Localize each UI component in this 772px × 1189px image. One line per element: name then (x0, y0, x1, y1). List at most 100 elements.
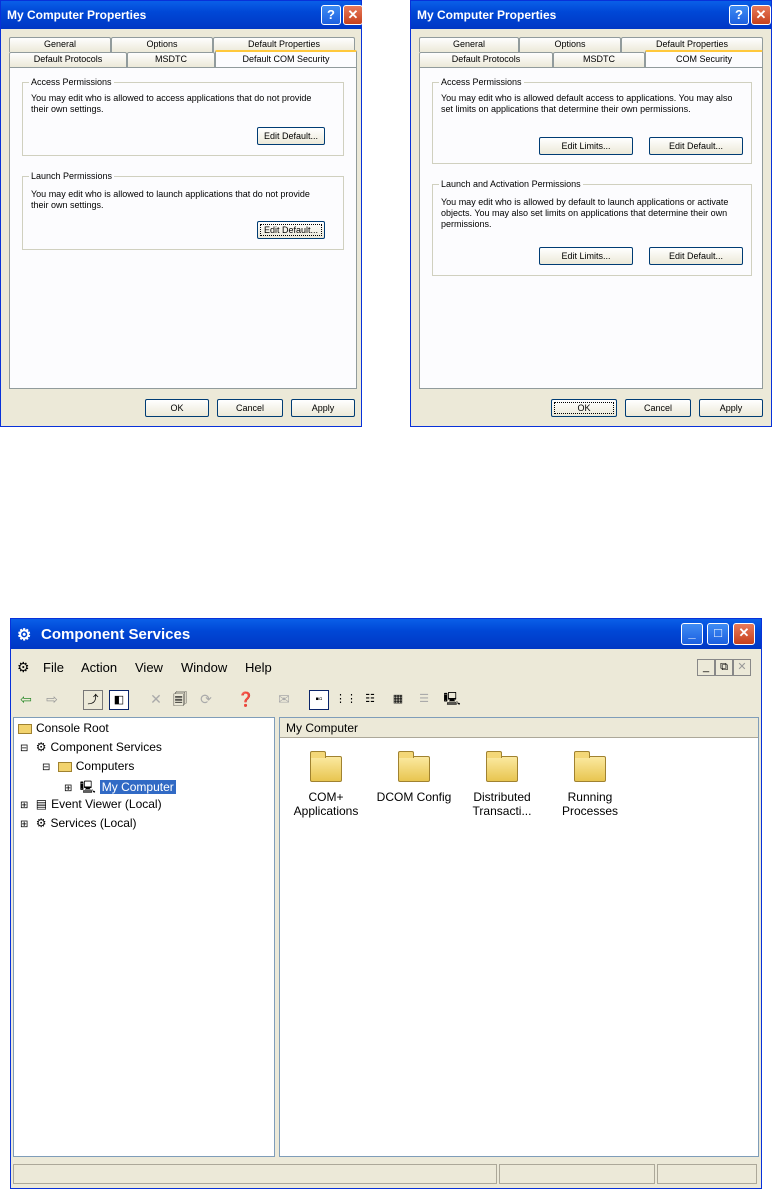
edit-limits-button[interactable]: Edit Limits... (539, 137, 633, 155)
console-tree: Console Root ⊟ ⚙ Component Services ⊟ Com… (13, 717, 275, 1157)
result-pane: My Computer COM+ Applications DCOM Confi… (279, 717, 759, 1157)
menu-bar: ⚙ File Action View Window Help _ ⧉ ✕ (11, 657, 761, 677)
tree-node-event-viewer[interactable]: ⊞ ▤ Event Viewer (Local) (20, 797, 162, 811)
computer-icon: 🖳 (79, 780, 96, 794)
component-services-window: ⚙ Component Services _ □ ✕ ⚙ File Action… (10, 618, 762, 1189)
expand-icon[interactable]: ⊞ (64, 783, 72, 794)
status-segment (657, 1164, 757, 1184)
close-button[interactable]: ✕ (343, 5, 363, 25)
collapse-icon[interactable]: ⊟ (20, 743, 28, 754)
forward-arrow-icon[interactable]: ⇨ (43, 690, 61, 708)
tree-node-computers[interactable]: ⊟ Computers (42, 759, 134, 773)
menu-action[interactable]: Action (81, 660, 117, 675)
dialog-titlebar[interactable]: My Computer Properties ? ✕ (411, 1, 771, 29)
expand-icon[interactable]: ⊞ (20, 800, 28, 811)
edit-default-button[interactable]: Edit Default... (257, 127, 325, 145)
tab-options[interactable]: Options (111, 37, 213, 52)
access-permissions-group: Access Permissions You may edit who is a… (22, 77, 344, 156)
minimize-button[interactable]: _ (681, 623, 703, 645)
tree-node-label: Services (Local) (50, 816, 137, 830)
tree-node-label: Component Services (50, 740, 162, 754)
dialog-title: My Computer Properties (7, 8, 147, 22)
item-label: Running Processes (561, 790, 619, 818)
tree-node-label: My Computer (99, 780, 176, 794)
tree-node-console-root[interactable]: Console Root (18, 721, 109, 735)
mdi-minimize-button[interactable]: _ (697, 659, 715, 676)
menu-help[interactable]: Help (245, 660, 272, 675)
menu-view[interactable]: View (135, 660, 163, 675)
window-titlebar[interactable]: ⚙ Component Services _ □ ✕ (11, 619, 761, 649)
edit-default-button[interactable]: Edit Default... (257, 221, 325, 239)
list-view-icon[interactable]: ☷ (361, 690, 379, 708)
tree-node-my-computer[interactable]: ⊞ 🖳 My Computer (64, 778, 176, 799)
component-services-icon: ⚙ (35, 740, 47, 754)
tab-msdtc[interactable]: MSDTC (553, 52, 645, 67)
menu-window[interactable]: Window (181, 660, 227, 675)
back-arrow-icon[interactable]: ⇦ (17, 690, 35, 708)
cancel-button[interactable]: Cancel (217, 399, 283, 417)
folder-icon (398, 751, 430, 782)
tree-node-services[interactable]: ⊞ ⚙ Services (Local) (20, 816, 137, 830)
expand-icon[interactable]: ⊞ (20, 819, 28, 830)
delete-icon[interactable]: ✕ (147, 690, 165, 708)
menu-file[interactable]: File (43, 660, 64, 675)
cancel-button[interactable]: Cancel (625, 399, 691, 417)
group-description: You may edit who is allowed to launch ap… (31, 189, 310, 210)
close-button[interactable]: ✕ (751, 5, 771, 25)
tab-msdtc[interactable]: MSDTC (127, 52, 215, 67)
new-window-icon[interactable]: ✉ (275, 690, 293, 708)
group-label: Launch and Activation Permissions (439, 179, 583, 189)
group-label: Access Permissions (29, 77, 114, 87)
collapse-icon[interactable]: ⊟ (42, 762, 50, 773)
group-description: You may edit who is allowed by default t… (441, 197, 729, 229)
mmc-app-icon[interactable]: ⚙ (17, 659, 30, 676)
maximize-button[interactable]: □ (707, 623, 729, 645)
mdi-close-button[interactable]: ✕ (733, 659, 751, 676)
folder-icon (18, 723, 32, 734)
tab-default-protocols[interactable]: Default Protocols (9, 52, 127, 67)
component-services-icon: ⚙ (17, 627, 32, 644)
ok-button[interactable]: OK (145, 399, 209, 417)
folder-icon (310, 751, 342, 782)
group-description: You may edit who is allowed default acce… (441, 93, 733, 114)
toolbar: ⇦ ⇨ ⤴ ◧ ✕ 🗐 ⟳ ❓ ✉ ▪▫ ⋮⋮ ☷ ▦ ☰ 🖳 (11, 687, 761, 711)
status-view-icon[interactable]: ☰ (415, 690, 433, 708)
result-pane-header: My Computer (280, 718, 758, 738)
apply-button[interactable]: Apply (699, 399, 763, 417)
mdi-restore-button[interactable]: ⧉ (715, 659, 733, 676)
help-icon[interactable]: ❓ (237, 690, 255, 708)
tree-node-component-services[interactable]: ⊟ ⚙ Component Services (20, 740, 162, 754)
tab-options[interactable]: Options (519, 37, 621, 52)
window-title: Component Services (41, 626, 191, 643)
tab-panel: Access Permissions You may edit who is a… (419, 67, 763, 389)
tab-com-security[interactable]: COM Security (645, 50, 763, 67)
computer-view-icon[interactable]: 🖳 (443, 690, 461, 708)
status-segment (499, 1164, 655, 1184)
event-viewer-icon: ▤ (35, 797, 48, 811)
edit-default-button[interactable]: Edit Default... (649, 247, 743, 265)
services-icon: ⚙ (35, 816, 47, 830)
show-hide-tree-icon[interactable]: ◧ (109, 690, 129, 710)
dialog-titlebar[interactable]: My Computer Properties ? ✕ (1, 1, 363, 29)
refresh-icon[interactable]: ⟳ (197, 690, 215, 708)
tab-default-com-security[interactable]: Default COM Security (215, 50, 357, 67)
edit-limits-button[interactable]: Edit Limits... (539, 247, 633, 265)
tab-general[interactable]: General (419, 37, 519, 52)
folder-icon (574, 751, 606, 782)
help-button[interactable]: ? (321, 5, 341, 25)
close-button[interactable]: ✕ (733, 623, 755, 645)
small-icons-view-icon[interactable]: ⋮⋮ (335, 690, 357, 708)
detail-view-icon[interactable]: ▦ (389, 690, 407, 708)
ok-button[interactable]: OK (551, 399, 617, 417)
tree-node-label: Computers (75, 759, 135, 773)
up-one-level-icon[interactable]: ⤴ (83, 690, 103, 710)
tab-default-protocols[interactable]: Default Protocols (419, 52, 553, 67)
tree-node-label: Console Root (36, 721, 109, 735)
help-button[interactable]: ? (729, 5, 749, 25)
edit-default-button[interactable]: Edit Default... (649, 137, 743, 155)
apply-button[interactable]: Apply (291, 399, 355, 417)
item-label: DCOM Config (376, 790, 452, 804)
properties-icon[interactable]: 🗐 (171, 690, 189, 708)
large-icons-view-icon[interactable]: ▪▫ (309, 690, 329, 710)
tab-general[interactable]: General (9, 37, 111, 52)
